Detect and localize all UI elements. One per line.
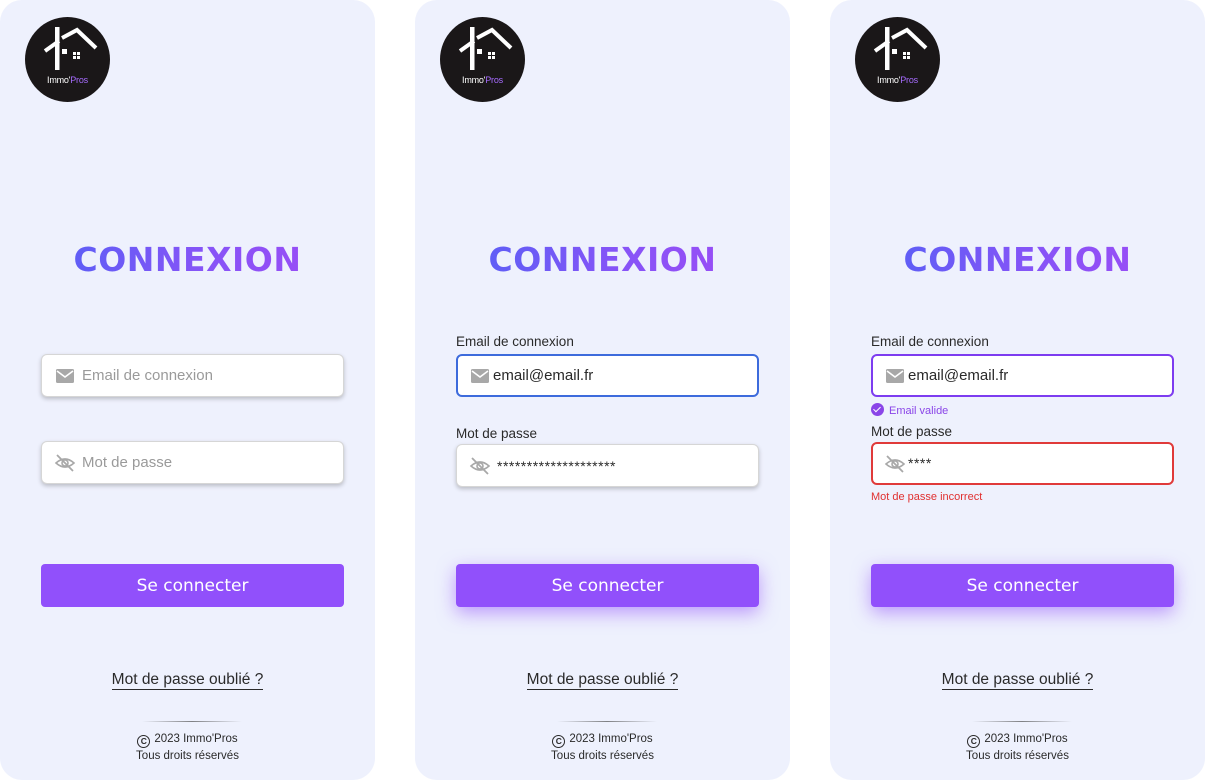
house-logo-icon <box>458 27 513 70</box>
mail-icon <box>56 369 74 383</box>
copyright-line: C 2023 Immo'Pros <box>830 731 1205 748</box>
page-title: CONNEXION <box>0 240 375 279</box>
password-field[interactable]: Mot de passe <box>41 441 344 484</box>
email-value: email@email.fr <box>493 367 594 384</box>
footer-divider <box>557 721 657 722</box>
copyright-line: C 2023 Immo'Pros <box>0 731 375 748</box>
login-button[interactable]: Se connecter <box>871 564 1174 607</box>
password-error-hint: Mot de passe incorrect <box>871 491 983 503</box>
forgot-password: Mot de passe oublié ? <box>830 671 1205 690</box>
forgot-password: Mot de passe oublié ? <box>0 671 375 690</box>
forgot-password-link[interactable]: Mot de passe oublié ? <box>526 671 679 690</box>
copyright-icon: C <box>137 735 151 748</box>
brand-logo: Immo'Pros <box>855 17 940 102</box>
login-screen-filled: Immo'Pros CONNEXION Email de connexion e… <box>415 0 790 780</box>
brand-logo: Immo'Pros <box>440 17 525 102</box>
copyright-icon: C <box>552 735 566 748</box>
rights-text: Tous droits réservés <box>136 750 239 762</box>
email-field[interactable]: Email de connexion <box>41 354 344 397</box>
password-field[interactable]: ******************** <box>456 444 759 487</box>
login-screen-validation: Immo'Pros CONNEXION Email de connexion e… <box>830 0 1205 780</box>
email-field[interactable]: email@email.fr <box>871 354 1174 397</box>
rights-text: Tous droits réservés <box>551 750 654 762</box>
footer: C 2023 Immo'Pros Tous droits réservés <box>830 731 1205 764</box>
password-value: **** <box>908 455 932 471</box>
footer-divider <box>972 721 1072 722</box>
eye-off-icon[interactable] <box>469 455 491 477</box>
brand-logo: Immo'Pros <box>25 17 110 102</box>
copyright-icon: C <box>967 735 981 748</box>
email-field[interactable]: email@email.fr <box>456 354 759 397</box>
mail-icon <box>886 369 904 383</box>
login-screen-empty: Immo'Pros CONNEXION Email de connexion M… <box>0 0 375 780</box>
brand-name: Immo'Pros <box>877 75 918 85</box>
email-value: email@email.fr <box>908 367 1009 384</box>
forgot-password-link[interactable]: Mot de passe oublié ? <box>111 671 264 690</box>
brand-name: Immo'Pros <box>47 75 88 85</box>
footer: C 2023 Immo'Pros Tous droits réservés <box>0 731 375 764</box>
check-circle-icon <box>871 403 884 416</box>
password-field[interactable]: **** <box>871 442 1174 485</box>
password-value: ******************** <box>497 458 616 474</box>
page-title: CONNEXION <box>830 240 1205 279</box>
rights-text: Tous droits réservés <box>966 750 1069 762</box>
copyright-line: C 2023 Immo'Pros <box>415 731 790 748</box>
forgot-password-link[interactable]: Mot de passe oublié ? <box>941 671 1094 690</box>
house-logo-icon <box>873 27 928 70</box>
email-placeholder: Email de connexion <box>82 367 213 384</box>
page-title: CONNEXION <box>415 240 790 279</box>
password-placeholder: Mot de passe <box>82 454 173 471</box>
email-valid-hint: Email valide <box>871 403 948 417</box>
forgot-password: Mot de passe oublié ? <box>415 671 790 690</box>
login-button[interactable]: Se connecter <box>41 564 344 607</box>
footer-divider <box>142 721 242 722</box>
email-label: Email de connexion <box>871 334 989 349</box>
house-logo-icon <box>43 27 98 70</box>
footer: C 2023 Immo'Pros Tous droits réservés <box>415 731 790 764</box>
password-label: Mot de passe <box>456 426 538 441</box>
password-label: Mot de passe <box>871 424 953 439</box>
email-label: Email de connexion <box>456 334 574 349</box>
eye-off-icon[interactable] <box>54 452 76 474</box>
eye-off-icon[interactable] <box>884 453 906 475</box>
login-button[interactable]: Se connecter <box>456 564 759 607</box>
brand-name: Immo'Pros <box>462 75 503 85</box>
mail-icon <box>471 369 489 383</box>
